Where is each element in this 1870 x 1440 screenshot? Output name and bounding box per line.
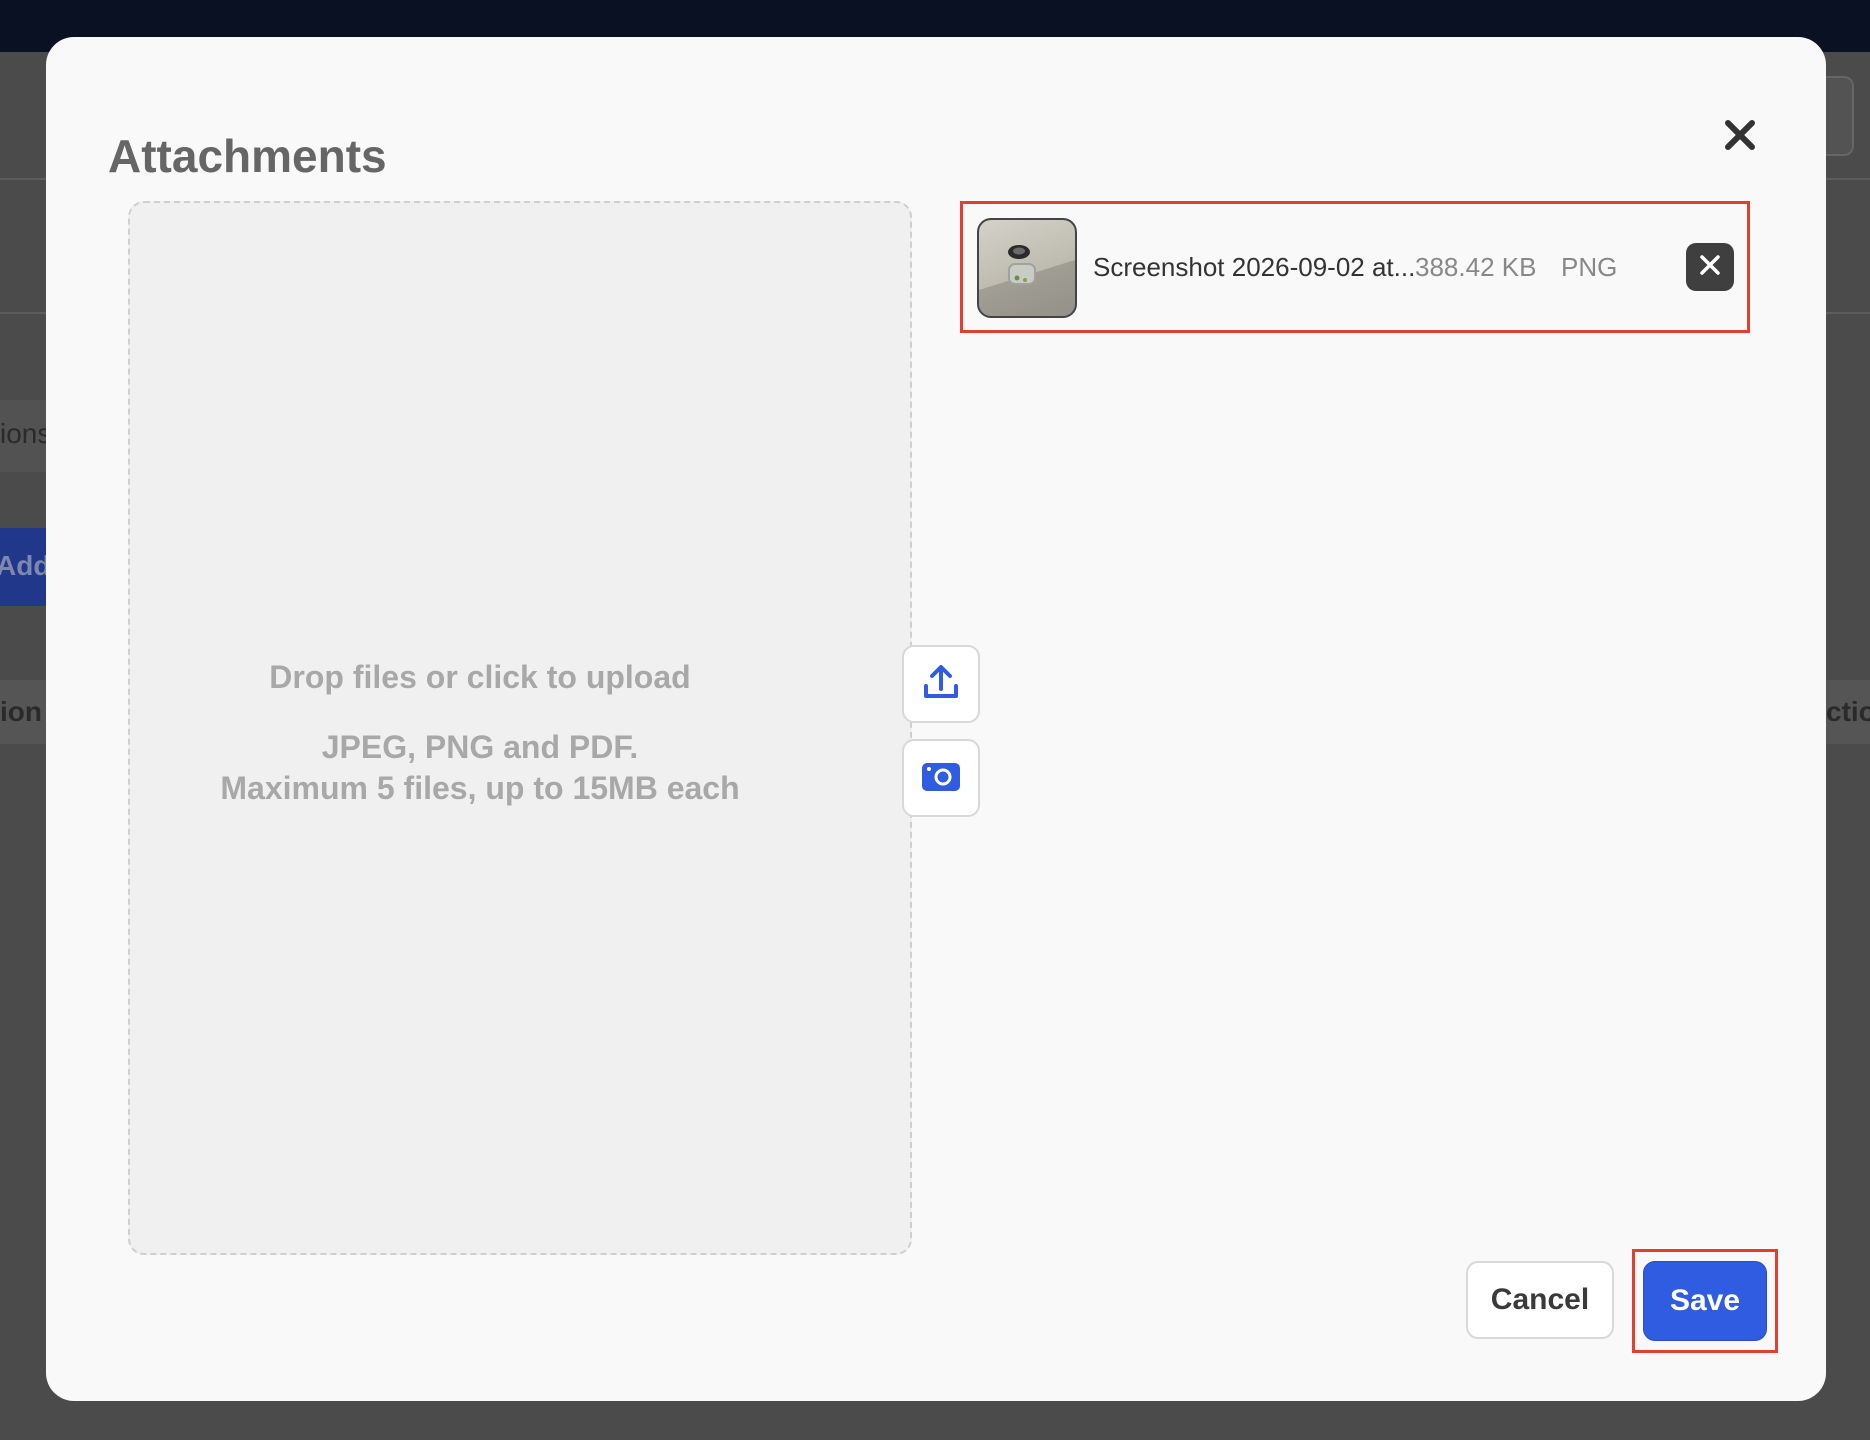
- remove-file-icon: [1698, 253, 1722, 282]
- background-column-header-right: ctio: [1826, 696, 1870, 727]
- modal-title: Attachments: [108, 130, 387, 182]
- attachment-item: Screenshot 2026-09-02 at... 388.42 KB PN…: [960, 201, 1750, 333]
- take-photo-button[interactable]: [902, 739, 980, 817]
- remove-attachment-button[interactable]: [1686, 243, 1734, 291]
- dropzone-hint: JPEG, PNG and PDF. Maximum 5 files, up t…: [130, 727, 830, 809]
- save-button[interactable]: Save: [1643, 1261, 1767, 1341]
- cancel-button[interactable]: Cancel: [1466, 1261, 1614, 1339]
- close-modal-button[interactable]: [1714, 111, 1766, 163]
- camera-icon: [920, 759, 962, 798]
- attachment-file-type: PNG: [1561, 252, 1618, 282]
- upload-file-button[interactable]: [902, 645, 980, 723]
- close-icon: [1723, 118, 1757, 157]
- background-partial-text: ions: [0, 418, 52, 449]
- attachment-file-size: 388.42 KB: [1415, 252, 1537, 282]
- file-dropzone[interactable]: Drop files or click to upload JPEG, PNG …: [128, 201, 980, 1255]
- dropzone-instruction: Drop files or click to upload: [269, 659, 691, 695]
- attachment-file-name: Screenshot 2026-09-02 at...: [1093, 252, 1416, 282]
- attachment-thumbnail: [977, 218, 1077, 318]
- background-add-button: Add: [0, 528, 50, 606]
- dropzone-limits: Maximum 5 files, up to 15MB each: [220, 770, 740, 806]
- upload-icon: [921, 662, 961, 707]
- dropzone-formats: JPEG, PNG and PDF.: [321, 729, 639, 765]
- attachments-modal: Attachments Drop files or click to uploa…: [46, 37, 1826, 1401]
